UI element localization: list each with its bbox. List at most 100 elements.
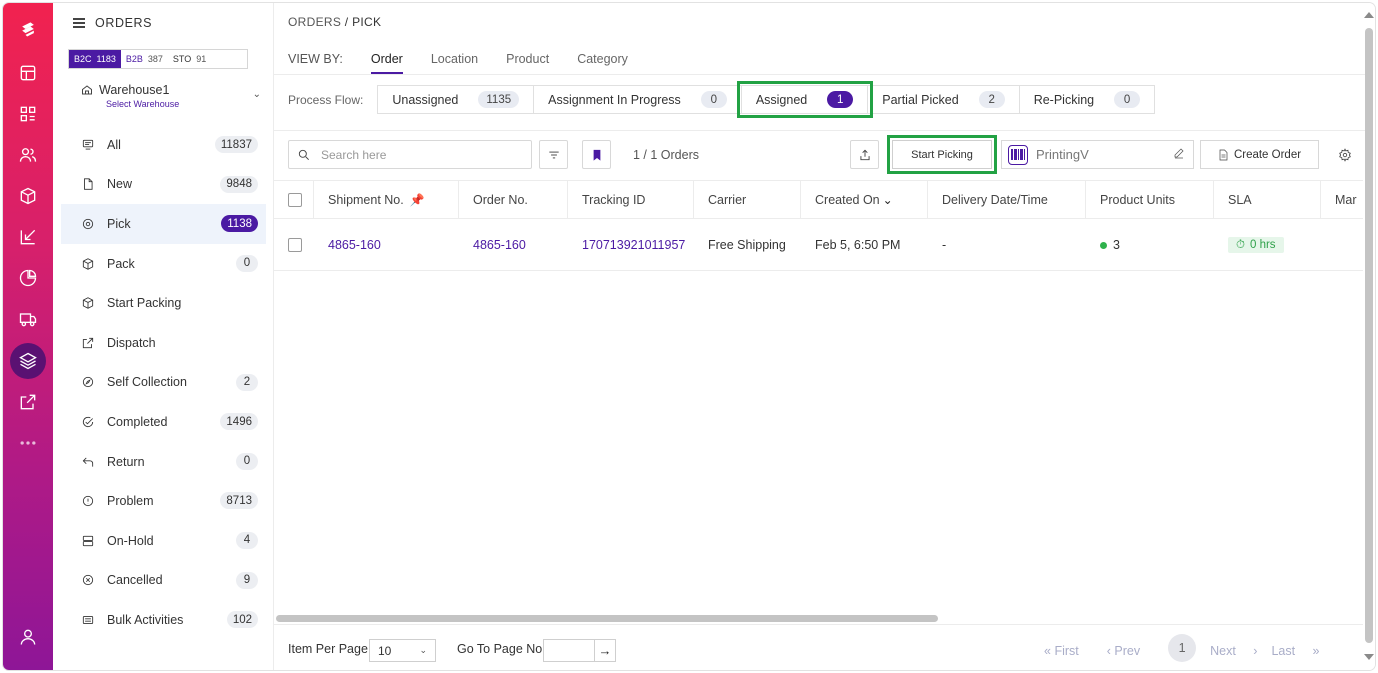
col-sla[interactable]: SLA — [1214, 181, 1321, 219]
more-dots-icon[interactable] — [10, 425, 46, 461]
flow-step-assignment-in-progress[interactable]: Assignment In Progress 0 — [534, 86, 742, 113]
tracking-id-link[interactable]: 170713921011957 — [568, 219, 694, 271]
col-delivery-date[interactable]: Delivery Date/Time — [928, 181, 1086, 219]
settings-gear-icon[interactable] — [1338, 148, 1352, 162]
sidebar-item-new[interactable]: New 9848 — [61, 165, 266, 205]
sidebar-item-cancelled[interactable]: Cancelled 9 — [61, 561, 266, 601]
sidebar-badge: 2 — [236, 373, 258, 391]
return-arrow-icon — [81, 455, 95, 469]
flow-count: 0 — [1114, 91, 1141, 108]
profile-icon[interactable] — [10, 619, 46, 655]
layers-icon[interactable] — [10, 343, 46, 379]
target-icon — [81, 217, 95, 231]
app-rail — [3, 3, 53, 670]
shipment-no-link[interactable]: 4865-160 — [314, 219, 459, 271]
start-picking-button[interactable]: Start Picking — [887, 135, 997, 174]
flow-count: 2 — [978, 91, 1005, 108]
bookmark-button[interactable] — [582, 140, 611, 169]
row-select-cell — [274, 219, 314, 271]
chevron-down-icon: ⌄ — [419, 645, 427, 655]
filter-button[interactable] — [539, 140, 568, 169]
last-page-button[interactable]: Last » — [1271, 644, 1319, 658]
edit-pencil-icon[interactable] — [1173, 147, 1185, 159]
printer-name: PrintingV — [1036, 147, 1089, 162]
process-flow-steps: Unassigned 1135 Assignment In Progress 0 A… — [377, 81, 1156, 118]
col-created-on[interactable]: Created On ⌄ — [801, 181, 928, 219]
layout-icon[interactable] — [10, 55, 46, 91]
truck-icon[interactable] — [10, 301, 46, 337]
sidebar-item-return[interactable]: Return 0 — [61, 442, 266, 482]
scroll-down-arrow-icon[interactable] — [1364, 654, 1374, 660]
grid-icon[interactable] — [10, 96, 46, 132]
sidebar-item-self-collection[interactable]: Self Collection 2 — [61, 363, 266, 403]
channel-b2b[interactable]: B2B 387 — [121, 50, 168, 68]
sidebar-item-on-hold[interactable]: On-Hold 4 — [61, 521, 266, 561]
next-page-button[interactable]: Next › — [1210, 644, 1257, 658]
main-panel: ORDERS / PICK VIEW BY: Order Location Pr… — [274, 3, 1375, 670]
warehouse-name: Warehouse1 — [99, 83, 170, 97]
goto-page-input[interactable] — [544, 640, 594, 661]
tab-location[interactable]: Location — [431, 52, 478, 74]
vertical-scrollbar[interactable] — [1363, 3, 1375, 670]
sidebar-item-all[interactable]: All 11837 — [61, 125, 266, 165]
divider — [274, 74, 1365, 75]
col-tracking-id[interactable]: Tracking ID — [568, 181, 694, 219]
inbound-arrow-icon[interactable] — [10, 219, 46, 255]
sidebar-item-pick[interactable]: Pick 1138 — [61, 204, 266, 244]
current-page[interactable]: 1 — [1168, 634, 1197, 662]
app-frame: ORDERS B2C 1183 B2B 387 STO 91 Warehouse1 S… — [3, 3, 1375, 670]
search-input[interactable] — [321, 147, 521, 162]
flow-step-unassigned[interactable]: Unassigned 1135 — [378, 86, 535, 113]
cube-icon[interactable] — [10, 178, 46, 214]
first-page-button[interactable]: « First — [1044, 644, 1093, 658]
orders-sidebar: ORDERS B2C 1183 B2B 387 STO 91 Warehouse1 S… — [53, 3, 274, 670]
row-checkbox[interactable] — [288, 238, 302, 252]
col-product-units[interactable]: Product Units — [1086, 181, 1214, 219]
breadcrumb-parent[interactable]: ORDERS — [288, 15, 341, 29]
scrollbar-thumb[interactable] — [1365, 28, 1373, 643]
pin-icon[interactable]: 📌 — [410, 193, 425, 207]
select-all-checkbox[interactable] — [288, 193, 302, 207]
printer-selector[interactable]: PrintingV — [1001, 140, 1194, 169]
scrollbar-thumb[interactable] — [276, 615, 938, 622]
goto-page-box: → — [543, 639, 616, 662]
sidebar-item-completed[interactable]: Completed 1496 — [61, 402, 266, 442]
col-order-no[interactable]: Order No. — [459, 181, 568, 219]
users-icon[interactable] — [10, 137, 46, 173]
flow-step-re-picking[interactable]: Re-Picking 0 — [1020, 86, 1154, 113]
box-icon — [81, 257, 95, 271]
goto-page-button[interactable]: → — [594, 640, 615, 661]
pie-chart-icon[interactable] — [10, 260, 46, 296]
warehouse-selector[interactable]: Warehouse1 Select Warehouse ⌄ — [81, 83, 261, 109]
goto-page-label: Go To Page No. — [457, 642, 546, 656]
sidebar-item-pack[interactable]: Pack 0 — [61, 244, 266, 284]
col-carrier[interactable]: Carrier — [694, 181, 801, 219]
sidebar-item-start-packing[interactable]: Start Packing — [61, 283, 266, 323]
sidebar-item-problem[interactable]: Problem 8713 — [61, 481, 266, 521]
export-button[interactable] — [850, 140, 879, 169]
hamburger-icon[interactable] — [73, 18, 85, 28]
share-icon[interactable] — [10, 384, 46, 420]
horizontal-scrollbar[interactable] — [274, 614, 1363, 622]
channel-sto[interactable]: STO 91 — [168, 50, 211, 68]
scroll-up-arrow-icon[interactable] — [1364, 12, 1374, 18]
tab-order[interactable]: Order — [370, 52, 403, 74]
col-marketplace[interactable]: Mar — [1321, 181, 1363, 219]
flow-step-assigned[interactable]: Assigned 1 — [736, 81, 874, 118]
create-order-button[interactable]: Create Order — [1200, 140, 1319, 169]
tab-product[interactable]: Product — [506, 52, 549, 74]
channel-b2c[interactable]: B2C 1183 — [69, 50, 121, 68]
order-no-link[interactable]: 4865-160 — [459, 219, 568, 271]
carrier-cell: Free Shipping — [708, 238, 786, 252]
chevron-down-icon: ⌄ — [252, 89, 261, 100]
table-row[interactable]: 4865-160 4865-160 170713921011957 Free S… — [274, 219, 1363, 271]
tab-category[interactable]: Category — [577, 52, 628, 74]
prev-page-button[interactable]: ‹ Prev — [1107, 644, 1154, 658]
brand-logo-icon[interactable] — [10, 11, 46, 47]
status-dot — [1100, 241, 1107, 249]
sidebar-item-dispatch[interactable]: Dispatch — [61, 323, 266, 363]
sidebar-item-bulk-activities[interactable]: Bulk Activities 102 — [61, 600, 266, 640]
items-per-page-select[interactable]: 10 ⌄ — [369, 639, 436, 662]
flow-step-partial-picked[interactable]: Partial Picked 2 — [868, 86, 1020, 113]
col-shipment-no[interactable]: Shipment No. 📌 — [314, 181, 459, 219]
